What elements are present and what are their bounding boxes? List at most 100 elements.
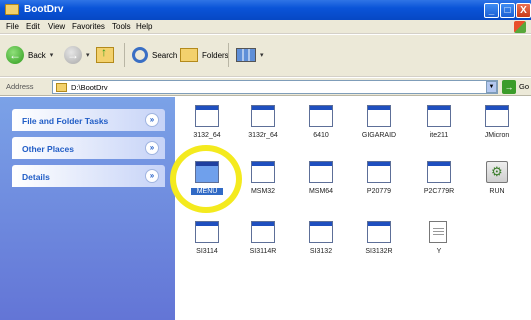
toolbar-separator: [228, 43, 229, 67]
file-name: 6410: [313, 132, 329, 139]
address-value: D:\BootDrv: [71, 83, 108, 92]
menu-bar: File Edit View Favorites Tools Help: [0, 20, 531, 34]
file-name: 3132r_64: [248, 132, 278, 139]
search-icon: [132, 47, 148, 63]
maximize-button[interactable]: □: [500, 3, 515, 18]
task-pane: File and Folder Tasks » Other Places » D…: [0, 97, 175, 320]
file-name: GIGARAID: [361, 132, 397, 139]
address-label: Address: [6, 82, 34, 91]
chevron-down-icon: ▾: [260, 52, 264, 59]
toolbar: ← Back ▾ → ▾ Search Folders ▾: [0, 35, 531, 77]
file-name: ite211: [429, 132, 449, 139]
windows-logo-icon: [514, 21, 526, 33]
back-button[interactable]: ← Back ▾: [6, 43, 53, 67]
chevron-expand-icon[interactable]: »: [145, 113, 159, 127]
folder-icon: [56, 83, 67, 92]
file-item[interactable]: SI3114: [177, 221, 237, 281]
file-name: 3132_64: [193, 132, 221, 139]
details-panel[interactable]: Details »: [12, 165, 165, 187]
title-bar: BootDrv _ □ X: [0, 0, 531, 20]
file-item[interactable]: Y: [409, 221, 469, 281]
file-item[interactable]: P2C779R: [409, 161, 469, 221]
minimize-button[interactable]: _: [484, 3, 499, 18]
back-label: Back: [28, 50, 46, 60]
other-places-panel[interactable]: Other Places »: [12, 137, 165, 159]
search-button[interactable]: Search: [132, 43, 177, 67]
application-icon: [367, 161, 391, 183]
menu-edit[interactable]: Edit: [26, 22, 40, 31]
file-name: RUN: [489, 188, 505, 195]
chevron-down-icon: ▾: [49, 52, 54, 59]
chevron-expand-icon[interactable]: »: [145, 141, 159, 155]
file-name: SI3132: [309, 248, 333, 255]
forward-arrow-icon: →: [64, 46, 82, 64]
application-icon: [251, 105, 275, 127]
address-input[interactable]: D:\BootDrv: [52, 80, 498, 94]
file-item[interactable]: GIGARAID: [349, 105, 409, 165]
folders-icon: [180, 48, 198, 62]
application-icon: [427, 105, 451, 127]
file-item[interactable]: P20779: [349, 161, 409, 221]
go-arrow-icon[interactable]: →: [502, 80, 516, 94]
search-label: Search: [152, 50, 178, 60]
file-name: JMicron: [484, 132, 510, 139]
file-name: SI3114R: [249, 248, 277, 255]
file-item[interactable]: JMicron: [467, 105, 527, 165]
chevron-down-icon: ▾: [86, 52, 90, 59]
up-folder-icon: [96, 45, 114, 63]
application-icon: [195, 105, 219, 127]
application-icon: [367, 221, 391, 243]
address-dropdown-button[interactable]: ▼: [486, 81, 497, 93]
views-icon: [236, 48, 256, 62]
file-list: 3132_64 3132r_64 6410 GIGARAID ite211 JM…: [175, 97, 531, 320]
toolbar-separator: [124, 43, 125, 67]
file-item[interactable]: MSM32: [233, 161, 293, 221]
file-name: P2C779R: [423, 188, 455, 195]
file-item[interactable]: MSM64: [291, 161, 351, 221]
file-name: MSM64: [308, 188, 334, 195]
folder-icon: [5, 4, 19, 15]
application-icon: [309, 105, 333, 127]
menu-file[interactable]: File: [6, 22, 19, 31]
chevron-expand-icon[interactable]: »: [145, 169, 159, 183]
file-item[interactable]: SI3132: [291, 221, 351, 281]
up-folder-button[interactable]: [96, 43, 114, 67]
menu-tools[interactable]: Tools: [112, 22, 131, 31]
batch-file-icon: [486, 161, 508, 183]
menu-favorites[interactable]: Favorites: [72, 22, 105, 31]
views-button[interactable]: ▾: [236, 43, 264, 67]
application-icon: [309, 161, 333, 183]
file-name: P20779: [366, 188, 392, 195]
file-item[interactable]: RUN: [467, 161, 527, 221]
file-item[interactable]: SI3132R: [349, 221, 409, 281]
forward-button[interactable]: → ▾: [64, 43, 90, 67]
file-and-folder-tasks-panel[interactable]: File and Folder Tasks »: [12, 109, 165, 131]
folders-button[interactable]: Folders: [180, 43, 229, 67]
highlight-circle: [170, 145, 242, 213]
application-icon: [251, 161, 275, 183]
file-item[interactable]: SI3114R: [233, 221, 293, 281]
go-button[interactable]: Go: [519, 82, 529, 91]
menu-view[interactable]: View: [48, 22, 65, 31]
file-name: SI3132R: [365, 248, 393, 255]
text-file-icon: [429, 221, 447, 243]
file-item[interactable]: 6410: [291, 105, 351, 165]
application-icon: [485, 105, 509, 127]
address-bar: Address D:\BootDrv ▼ → Go: [0, 78, 531, 96]
close-button[interactable]: X: [516, 3, 531, 18]
application-icon: [251, 221, 275, 243]
file-name: MSM32: [250, 188, 276, 195]
application-icon: [367, 105, 391, 127]
application-icon: [427, 161, 451, 183]
file-name: Y: [436, 248, 442, 255]
panel-title: File and Folder Tasks: [22, 116, 109, 126]
file-item[interactable]: 3132r_64: [233, 105, 293, 165]
folders-label: Folders: [202, 50, 229, 60]
file-item[interactable]: ite211: [409, 105, 469, 165]
menu-help[interactable]: Help: [136, 22, 152, 31]
window-title: BootDrv: [24, 4, 64, 15]
application-icon: [309, 221, 333, 243]
panel-title: Details: [22, 172, 50, 182]
application-icon: [195, 221, 219, 243]
file-name: SI3114: [196, 248, 218, 255]
